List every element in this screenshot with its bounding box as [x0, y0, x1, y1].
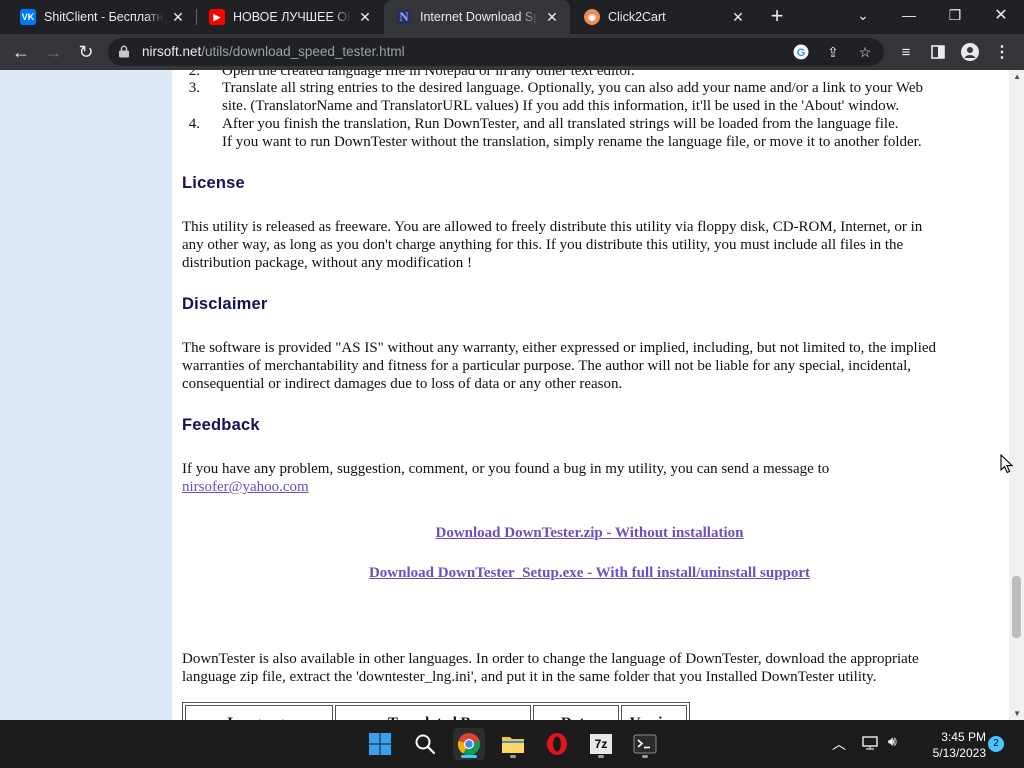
forward-icon[interactable]: → [40, 39, 66, 65]
network-icon[interactable] [862, 735, 880, 754]
languages-table: Language Translated By Date Version [182, 702, 690, 720]
url-text: nirsoft.net/utils/download_speed_tester.… [142, 44, 405, 59]
system-clock[interactable]: 3:45 PM 5/13/2023 [912, 729, 986, 761]
browser-toolbar: ← → ↻ nirsoft.net/utils/download_speed_t… [0, 34, 1024, 70]
left-color-panel [0, 70, 172, 720]
search-icon[interactable] [409, 728, 441, 760]
reload-icon[interactable]: ↻ [73, 39, 99, 65]
list-text: After you finish the translation, Run Do… [222, 116, 899, 132]
notification-badge[interactable]: 2 [988, 736, 1004, 752]
table-header-language: Language [185, 705, 333, 720]
active-app-indicator [461, 755, 477, 758]
reading-list-icon[interactable]: ≡ [896, 42, 916, 62]
side-panel-icon[interactable] [928, 42, 948, 62]
disclaimer-heading: Disclaimer [182, 295, 268, 313]
close-tab-icon[interactable]: ✕ [357, 9, 373, 26]
table-header-version: Version [621, 705, 687, 720]
close-tab-icon[interactable]: ✕ [170, 9, 186, 26]
tab-title: НОВОЕ ЛУЧШЕЕ ОБНОВ [233, 10, 351, 24]
license-line: distribution package, without any modifi… [182, 255, 472, 271]
seven-zip-icon[interactable]: 7z [585, 728, 617, 760]
url-host: nirsoft.net [142, 44, 202, 59]
seven-zip-label: 7z [590, 734, 612, 754]
feedback-heading: Feedback [182, 416, 260, 434]
address-bar[interactable]: nirsoft.net/utils/download_speed_tester.… [108, 38, 884, 66]
youtube-icon: ▶ [209, 9, 225, 25]
tab-vk[interactable]: VK ShitClient - Бесплатный ✕ [8, 0, 196, 34]
chrome-taskbar-icon[interactable] [453, 728, 485, 760]
disclaimer-line: consequential or indirect damages due to… [182, 376, 623, 392]
download-setup-link[interactable]: Download DownTester_Setup.exe - With ful… [369, 565, 810, 581]
table-header-row: Language Translated By Date Version [185, 705, 687, 720]
list-text: site. (TranslatorName and TranslatorURL … [222, 98, 900, 114]
clock-time: 3:45 PM [941, 730, 986, 744]
disclaimer-line: warranties of merchantability and fitnes… [182, 358, 912, 374]
license-heading: License [182, 174, 245, 192]
opera-icon[interactable] [541, 728, 573, 760]
bookmark-star-icon[interactable]: ☆ [856, 43, 874, 61]
close-tab-icon[interactable]: ✕ [730, 9, 746, 26]
tray-chevron-up-icon[interactable]: ︿ [832, 734, 846, 754]
new-tab-icon[interactable]: + [766, 5, 788, 28]
lock-icon[interactable] [118, 45, 130, 58]
tab-youtube[interactable]: ▶ НОВОЕ ЛУЧШЕЕ ОБНОВ ✕ [197, 0, 383, 34]
license-line: any other way, as long as you don't char… [182, 237, 904, 253]
url-path: /utils/download_speed_tester.html [201, 44, 405, 59]
license-line: This utility is released as freeware. Yo… [182, 219, 923, 235]
languages-line: DownTester is also available in other la… [182, 651, 919, 667]
scroll-down-arrow-icon[interactable]: ▼ [1013, 709, 1021, 718]
tab-search-chevron-icon[interactable]: ⌄ [840, 0, 886, 30]
click2cart-icon: ◉ [584, 9, 600, 25]
scroll-up-arrow-icon[interactable]: ▲ [1013, 72, 1021, 81]
list-text: If you want to run DownTester without th… [222, 134, 922, 150]
page-viewport: 2. Open the created language file in Not… [0, 70, 1024, 720]
tab-strip: VK ShitClient - Бесплатный ✕ ▶ НОВОЕ ЛУЧ… [0, 0, 1024, 34]
download-zip-row: Download DownTester.zip - Without instal… [182, 524, 992, 542]
windows-taskbar: 7z ︿ 🔊︎ 3:45 PM 5/13/2023 2 [0, 720, 1024, 768]
scrollbar-thumb[interactable] [1012, 576, 1021, 638]
start-windows-icon[interactable] [364, 728, 396, 760]
running-app-indicator [642, 755, 648, 758]
minimize-icon[interactable]: — [886, 0, 932, 30]
profile-avatar-icon[interactable] [960, 42, 980, 62]
download-zip-link[interactable]: Download DownTester.zip - Without instal… [436, 525, 744, 541]
vertical-scrollbar[interactable]: ▲ ▼ [1009, 70, 1024, 720]
page-content: 2. Open the created language file in Not… [182, 70, 992, 720]
list-number: 3. [188, 80, 200, 96]
tab-title: ShitClient - Бесплатный [44, 10, 164, 24]
feedback-email-link[interactable]: nirsofer@yahoo.com [182, 479, 309, 495]
tab-title: Click2Cart [608, 10, 666, 24]
share-icon[interactable]: ⇪ [824, 43, 842, 61]
list-text: Translate all string entries to the desi… [222, 80, 923, 96]
vk-icon: VK [20, 9, 36, 25]
disclaimer-line: The software is provided "AS IS" without… [182, 340, 937, 356]
google-lens-icon[interactable]: G [792, 43, 810, 61]
clock-date: 5/13/2023 [932, 746, 986, 760]
tab-click2cart[interactable]: ◉ Click2Cart ✕ [572, 0, 756, 34]
tab-nirsoft[interactable]: N Internet Download Spe ✕ [384, 0, 570, 34]
table-header-date: Date [533, 705, 619, 720]
feedback-email-line: nirsofer@yahoo.com [182, 478, 990, 496]
table-header-translated-by: Translated By [335, 705, 531, 720]
tab-title: Internet Download Spe [420, 10, 538, 24]
running-app-indicator [510, 755, 516, 758]
languages-line: language zip file, extract the 'downtest… [182, 669, 877, 685]
close-tab-icon[interactable]: ✕ [544, 9, 560, 26]
list-number: 4. [188, 116, 200, 132]
back-icon[interactable]: ← [8, 39, 34, 65]
volume-icon[interactable]: 🔊︎ [888, 733, 897, 750]
close-window-icon[interactable]: ✕ [978, 0, 1024, 30]
menu-kebab-icon[interactable]: ⋮ [992, 42, 1012, 62]
file-explorer-icon[interactable] [497, 728, 529, 760]
feedback-text: If you have any problem, suggestion, com… [182, 461, 830, 477]
svg-text:G: G [797, 47, 806, 59]
mouse-cursor-icon [1000, 454, 1014, 474]
terminal-icon[interactable] [629, 728, 661, 760]
running-app-indicator [598, 755, 604, 758]
download-setup-row: Download DownTester_Setup.exe - With ful… [182, 564, 992, 582]
restore-icon[interactable]: ❐ [932, 0, 978, 30]
nirsoft-icon: N [396, 9, 412, 25]
